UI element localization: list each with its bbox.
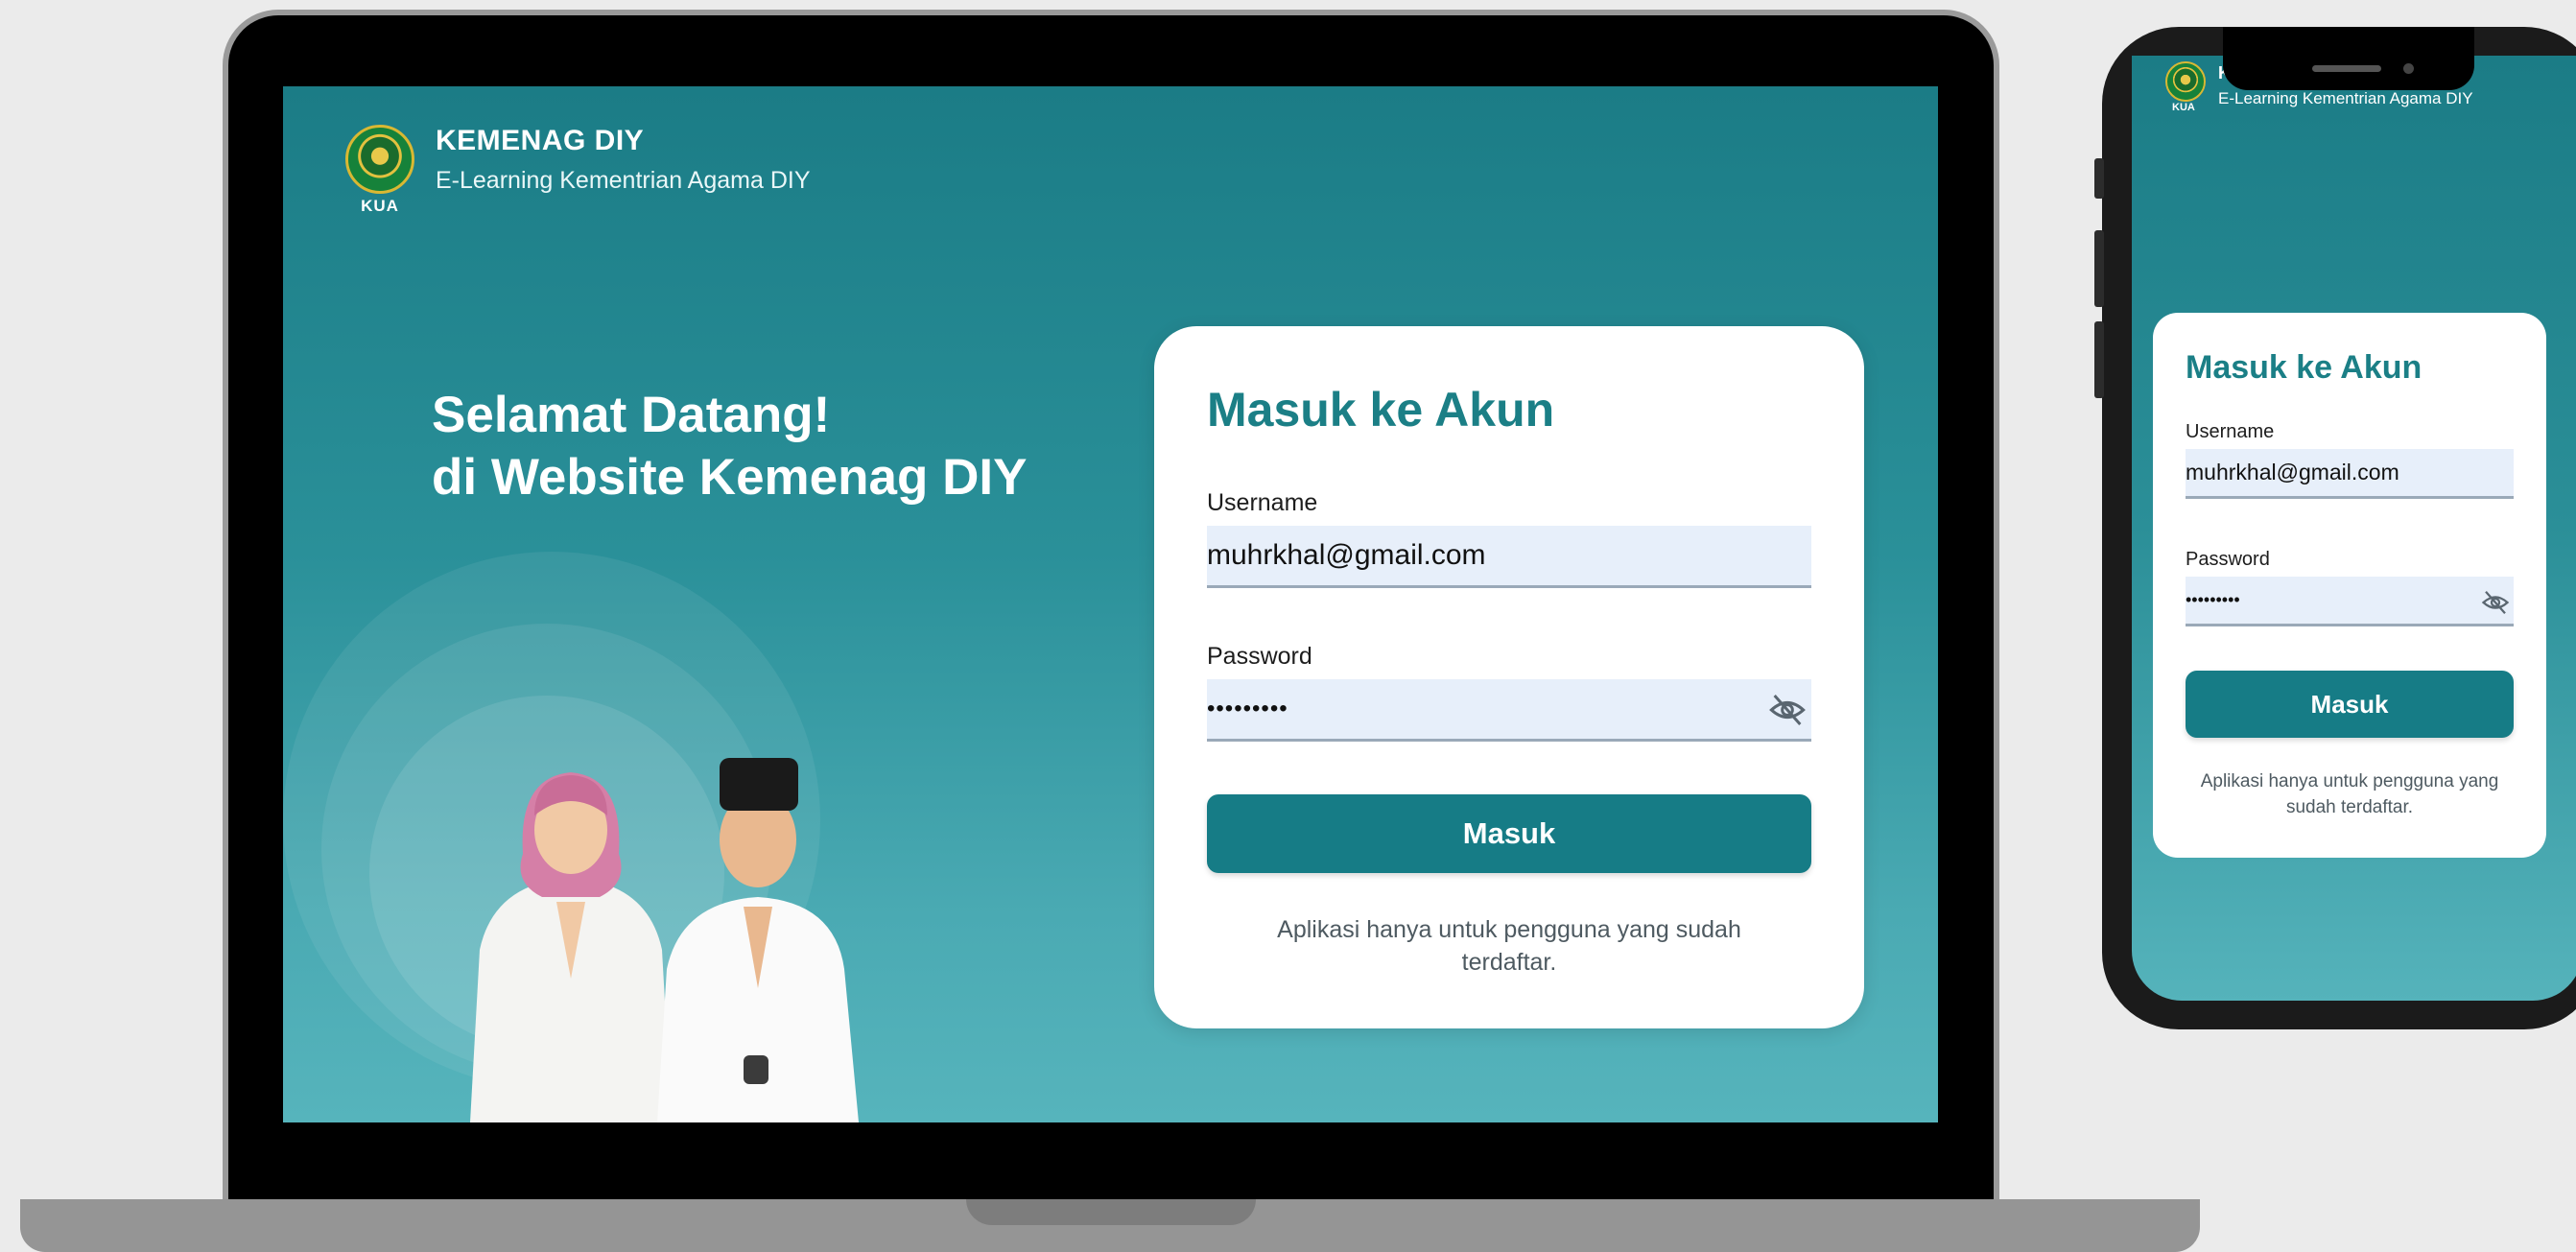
password-input[interactable]: •••••••••	[1207, 679, 1811, 742]
phone-side-button	[2094, 158, 2104, 199]
phone-camera	[2403, 63, 2414, 74]
username-value: muhrkhal@gmail.com	[1207, 539, 1486, 571]
username-value: muhrkhal@gmail.com	[2186, 460, 2399, 484]
phone-speaker	[2312, 65, 2381, 72]
login-card: Masuk ke Akun Username muhrkhal@gmail.co…	[1154, 326, 1864, 1028]
laptop-notch	[966, 1199, 1256, 1225]
password-value: •••••••••	[1207, 696, 1288, 721]
mobile-screen: KUA K E-Learning Kementrian Agama DIY Ma…	[2132, 56, 2576, 1001]
eye-off-icon[interactable]	[1768, 691, 1807, 729]
welcome-line-1: Selamat Datang!	[432, 387, 831, 443]
welcome-line-2: di Website Kemenag DIY	[432, 449, 1028, 506]
phone-side-button	[2094, 230, 2104, 307]
brand-header: KUA KEMENAG DIY E-Learning Kementrian Ag…	[345, 125, 811, 215]
password-label: Password	[1207, 643, 1312, 670]
login-button[interactable]: Masuk	[2186, 671, 2514, 738]
desktop-screen: KUA KEMENAG DIY E-Learning Kementrian Ag…	[283, 86, 1938, 1122]
brand-title: KEMENAG DIY	[436, 125, 645, 156]
password-input[interactable]: •••••••••	[2186, 577, 2514, 626]
phone-notch	[2223, 27, 2474, 90]
login-note: Aplikasi hanya untuk pengguna yang sudah…	[2200, 771, 2499, 817]
mobile-login-card: Masuk ke Akun Username muhrkhal@gmail.co…	[2153, 313, 2546, 858]
kua-logo-icon	[2165, 61, 2206, 102]
username-label: Username	[2186, 421, 2275, 442]
logo-caption: KUA	[361, 197, 399, 215]
login-title: Masuk ke Akun	[1207, 383, 1555, 437]
login-button[interactable]: Masuk	[1207, 794, 1811, 873]
password-value: •••••••••	[2186, 590, 2240, 609]
password-label: Password	[2186, 549, 2270, 570]
welcome-heading: Selamat Datang! di Website Kemenag DIY	[432, 384, 1103, 508]
username-label: Username	[1207, 489, 1318, 516]
brand-subtitle: E-Learning Kementrian Agama DIY	[2218, 89, 2473, 107]
phone-side-button	[2094, 321, 2104, 398]
kua-logo-icon: KUA	[345, 125, 414, 215]
brand-subtitle: E-Learning Kementrian Agama DIY	[436, 167, 811, 194]
username-input[interactable]: muhrkhal@gmail.com	[2186, 449, 2514, 499]
couple-illustration	[470, 758, 859, 1122]
login-title: Masuk ke Akun	[2186, 349, 2422, 386]
username-input[interactable]: muhrkhal@gmail.com	[1207, 526, 1811, 588]
eye-off-icon[interactable]	[2481, 588, 2510, 617]
login-note: Aplikasi hanya untuk pengguna yang sudah…	[1277, 916, 1741, 976]
logo-caption: KUA	[2172, 102, 2195, 113]
